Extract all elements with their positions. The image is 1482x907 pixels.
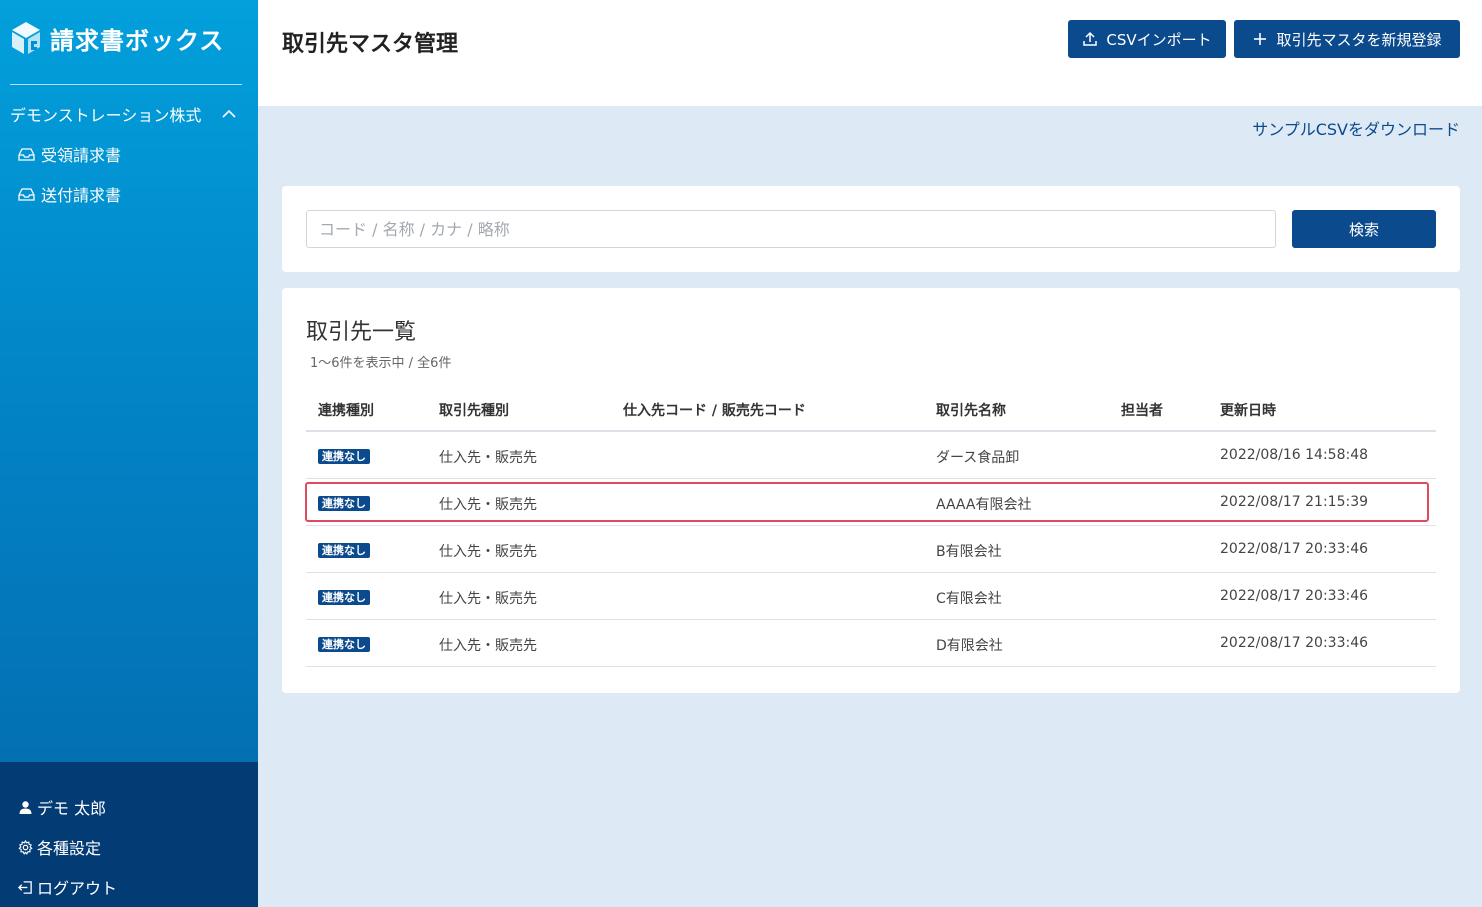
- partner-list-panel: 取引先一覧 1〜6件を表示中 / 全6件 連携種別 取引先種別 仕入先コード /…: [282, 288, 1460, 693]
- org-name: デモンストレーション株式: [10, 106, 202, 125]
- new-partner-button[interactable]: 取引先マスタを新規登録: [1234, 20, 1460, 58]
- inbox-icon: [18, 188, 35, 201]
- page-header: 取引先マスタ管理 CSVインポート 取引先マスタを新規登録: [258, 0, 1482, 106]
- list-count: 1〜6件を表示中 / 全6件: [310, 356, 452, 371]
- column-header-updated[interactable]: 更新日時: [1220, 400, 1276, 420]
- plus-icon: [1254, 33, 1267, 45]
- search-button[interactable]: 検索: [1292, 210, 1436, 248]
- sidebar-item-received-invoices[interactable]: 受領請求書: [18, 142, 121, 166]
- column-header-link-type[interactable]: 連携種別: [318, 400, 374, 420]
- updated-cell: 2022/08/17 20:33:46: [1220, 588, 1369, 604]
- new-partner-label: 取引先マスタを新規登録: [1276, 30, 1442, 49]
- sidebar-item-label: 送付請求書: [41, 186, 122, 205]
- chevron-up-icon: [222, 109, 236, 118]
- partner-table: 連携種別 取引先種別 仕入先コード / 販売先コード 取引先名称 担当者 更新日…: [306, 388, 1436, 667]
- partner-name-cell[interactable]: B有限会社: [936, 541, 1002, 561]
- settings-label: 各種設定: [37, 839, 102, 858]
- sidebar-item-label: 受領請求書: [41, 146, 122, 165]
- table-row[interactable]: 連携なし 仕入先・販売先 AAAA有限会社 2022/08/17 21:15:3…: [306, 479, 1436, 526]
- table-row[interactable]: 連携なし 仕入先・販売先 B有限会社 2022/08/17 20:33:46: [306, 526, 1436, 573]
- table-header: 連携種別 取引先種別 仕入先コード / 販売先コード 取引先名称 担当者 更新日…: [306, 388, 1436, 432]
- csv-import-button[interactable]: CSVインポート: [1068, 20, 1226, 58]
- table-row[interactable]: 連携なし 仕入先・販売先 ダース食品卸 2022/08/16 14:58:48: [306, 432, 1436, 479]
- updated-cell: 2022/08/17 20:33:46: [1220, 541, 1369, 557]
- sample-csv-download-link[interactable]: サンプルCSVをダウンロード: [1252, 116, 1460, 140]
- table-row[interactable]: 連携なし 仕入先・販売先 C有限会社 2022/08/17 20:33:46: [306, 573, 1436, 620]
- sidebar: 請求書ボックス デモンストレーション株式 受領請求書 送付請求書 デモ 太郎 各…: [0, 0, 258, 907]
- logo-icon: [12, 22, 40, 54]
- partner-name-cell[interactable]: AAAA有限会社: [936, 494, 1031, 514]
- user-name: デモ 太郎: [37, 799, 107, 818]
- logout-label: ログアウト: [37, 879, 118, 898]
- upload-icon: [1083, 31, 1098, 46]
- updated-cell: 2022/08/17 20:33:46: [1220, 635, 1369, 651]
- column-header-name[interactable]: 取引先名称: [936, 400, 1006, 420]
- logout-icon: [18, 880, 32, 894]
- partner-name-cell[interactable]: ダース食品卸: [936, 447, 1019, 467]
- gear-icon: [18, 839, 33, 855]
- sidebar-divider: [10, 84, 242, 85]
- user-icon: [19, 800, 32, 814]
- partner-type-cell: 仕入先・販売先: [439, 544, 537, 560]
- org-selector[interactable]: デモンストレーション株式: [10, 102, 242, 126]
- link-status-badge: 連携なし: [318, 590, 370, 605]
- logout-link[interactable]: ログアウト: [18, 875, 117, 899]
- partner-name-cell[interactable]: D有限会社: [936, 635, 1003, 655]
- partner-type-cell: 仕入先・販売先: [439, 450, 537, 466]
- search-panel: 検索: [282, 186, 1460, 272]
- sidebar-item-sent-invoices[interactable]: 送付請求書: [18, 182, 121, 206]
- column-header-code[interactable]: 仕入先コード / 販売先コード: [623, 400, 806, 420]
- search-input[interactable]: [306, 210, 1276, 248]
- app-name: 請求書ボックス: [50, 26, 225, 55]
- link-status-badge: 連携なし: [318, 543, 370, 558]
- updated-cell: 2022/08/16 14:58:48: [1220, 447, 1369, 463]
- table-row[interactable]: 連携なし 仕入先・販売先 D有限会社 2022/08/17 20:33:46: [306, 620, 1436, 667]
- column-header-partner-type[interactable]: 取引先種別: [439, 400, 509, 420]
- partner-type-cell: 仕入先・販売先: [439, 497, 537, 513]
- list-title: 取引先一覧: [306, 320, 417, 345]
- updated-cell: 2022/08/17 21:15:39: [1220, 494, 1369, 510]
- link-status-badge: 連携なし: [318, 449, 370, 464]
- column-header-person[interactable]: 担当者: [1121, 400, 1163, 420]
- partner-type-cell: 仕入先・販売先: [439, 591, 537, 607]
- csv-import-label: CSVインポート: [1106, 30, 1212, 49]
- sidebar-footer: デモ 太郎 各種設定 ログアウト: [0, 762, 258, 907]
- link-status-badge: 連携なし: [318, 496, 370, 511]
- inbox-icon: [18, 148, 35, 161]
- settings-link[interactable]: 各種設定: [18, 835, 101, 859]
- partner-type-cell: 仕入先・販売先: [439, 638, 537, 654]
- page-title: 取引先マスタ管理: [282, 32, 459, 57]
- user-menu[interactable]: デモ 太郎: [18, 795, 106, 819]
- partner-name-cell[interactable]: C有限会社: [936, 588, 1002, 608]
- link-status-badge: 連携なし: [318, 637, 370, 652]
- app-logo[interactable]: 請求書ボックス: [10, 20, 224, 56]
